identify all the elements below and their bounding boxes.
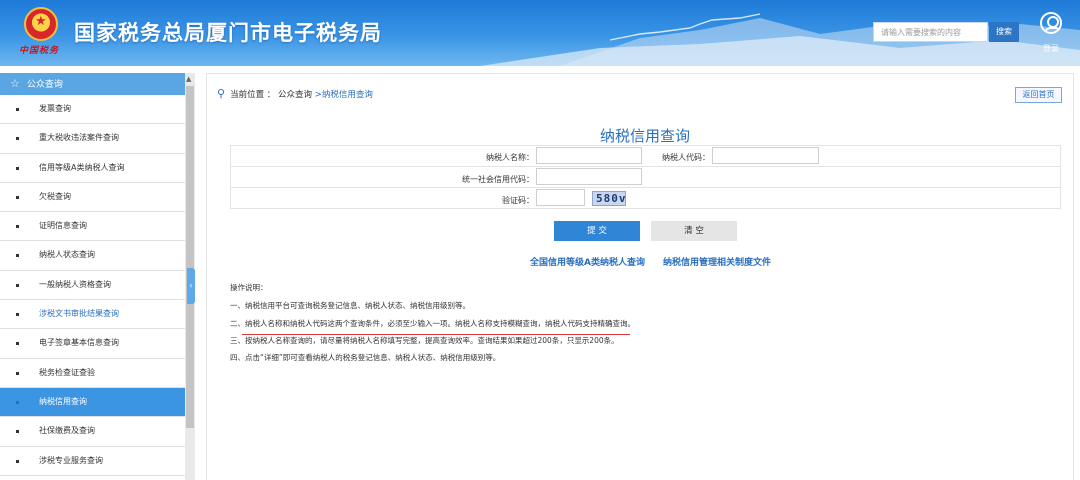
sidebar-item[interactable]: 发票查询 (0, 95, 185, 125)
instruction-line: 二、纳税人名称和纳税人代码这两个查询条件，必须至少输入一项。纳税人名称支持模糊查… (230, 319, 635, 328)
sidebar-item[interactable]: 纳税人状态查询 (0, 241, 185, 271)
scroll-up-arrow-icon[interactable]: ▲ (186, 75, 191, 83)
bullet-icon (16, 313, 19, 317)
page-title: 纳税信用查询 (599, 127, 690, 145)
instruction-line: 三、按纳税人名称查询的，请尽量将纳税人名称填写完整，提高查询效率。查询结果如果超… (230, 336, 619, 345)
sidebar-item-label: 信用等级A类纳税人查询 (39, 162, 125, 172)
sidebar-item[interactable]: 纳税信用查询 (0, 387, 185, 418)
site-header: 中国税务 国家税务总局厦门市电子税务局 请输入需要搜索的内容 搜索 登录 (0, 0, 1080, 66)
location-pin-icon: ⚲ (217, 87, 226, 100)
bullet-icon (16, 430, 19, 434)
sidebar-item-label: 税务检查证查验 (39, 367, 95, 377)
taxpayer-id-input[interactable] (712, 147, 819, 164)
sidebar-item-label: 纳税信用查询 (39, 396, 87, 406)
sidebar-item-label: 涉税文书审批结果查询 (39, 309, 119, 319)
sidebar-item[interactable]: 证明信息查询 (0, 212, 185, 242)
breadcrumb-current: 纳税信用查询 (321, 90, 373, 100)
grade-a-taxpayer-link[interactable]: 全国信用等级A类纳税人查询 (530, 255, 645, 268)
sidebar-header[interactable]: ☆ 公众查询 (0, 73, 185, 95)
sidebar-item[interactable]: 欠税查询 (0, 183, 185, 213)
bullet-icon (16, 342, 19, 346)
search-button[interactable]: 搜索 (989, 22, 1019, 42)
sidebar-item[interactable]: 税务检查证查验 (0, 359, 185, 388)
captcha-input[interactable] (536, 189, 585, 206)
bullet-icon (16, 371, 19, 375)
bullet-icon (16, 108, 19, 111)
sidebar-item-label: 发票查询 (39, 104, 71, 113)
captcha-label: 验证码： (502, 196, 534, 205)
taxpayer-name-input[interactable] (536, 147, 642, 164)
sidebar-item[interactable]: 电子签章基本信息查询 (0, 329, 185, 359)
bullet-icon (16, 166, 19, 170)
instruction-line: 一、纳税信用平台可查询税务登记信息、纳税人状态、纳税信用级别等。 (230, 301, 470, 310)
sidebar-item-label: 欠税查询 (39, 191, 71, 201)
emblem-calligraphy: 中国税务 (19, 46, 60, 56)
sidebar-item-label: 电子签章基本信息查询 (39, 338, 119, 348)
sidebar-menu: 发票查询 重大税收违法案件查询 信用等级A类纳税人查询 欠税查询 证明信息查询 纳税人状态… (0, 95, 185, 476)
star-icon: ☆ (10, 77, 20, 90)
taxpayer-id-label: 纳税人代码： (662, 153, 710, 162)
sidebar-item[interactable]: 涉税专业服务查询 (0, 447, 185, 476)
breadcrumb-prefix: 当前位置 ： (230, 90, 276, 100)
breadcrumb-parent[interactable]: 公众查询 (278, 90, 312, 100)
bullet-icon (16, 400, 19, 404)
sidebar-item[interactable]: 信用等级A类纳税人查询 (0, 154, 185, 183)
sidebar-item-label: 纳税人状态查询 (39, 250, 95, 260)
credit-regulations-link[interactable]: 纳税信用管理相关制度文件 (663, 255, 771, 268)
taxpayer-name-label: 纳税人名称： (486, 153, 534, 162)
sidebar-header-label: 公众查询 (26, 80, 63, 90)
bullet-icon (16, 283, 19, 287)
highlight-underline (242, 334, 630, 335)
search-input[interactable]: 请输入需要搜索的内容 (873, 22, 988, 42)
submit-button[interactable]: 提 交 (554, 221, 640, 241)
bullet-icon (16, 195, 19, 199)
sidebar-item-label: 证明信息查询 (39, 221, 87, 231)
bullet-icon (16, 254, 19, 258)
breadcrumb: ⚲ 当前位置 ： 公众查询 >纳税信用查询 (217, 87, 373, 100)
instructions-title: 操作说明： (230, 283, 268, 292)
sidebar-item-label: 一般纳税人资格查询 (39, 279, 111, 289)
sidebar-item-label: 社保缴费及查询 (39, 426, 95, 436)
user-avatar-icon[interactable] (1040, 12, 1062, 34)
return-home-button[interactable]: 返回首页 (1015, 87, 1062, 103)
sidebar-item-label: 涉税专业服务查询 (39, 455, 103, 465)
collapse-sidebar-chevron-icon[interactable]: ‹ (187, 268, 195, 304)
bullet-icon (16, 225, 19, 229)
sidebar-item[interactable]: 社保缴费及查询 (0, 417, 185, 447)
sidebar-item[interactable]: 涉税文书审批结果查询 (0, 300, 185, 330)
captcha-image[interactable]: 580v (592, 191, 626, 206)
tax-emblem-icon (24, 7, 58, 41)
sidebar-item[interactable]: 一般纳税人资格查询 (0, 271, 185, 301)
login-link[interactable]: 登录 (1043, 43, 1059, 54)
credit-code-input[interactable] (536, 168, 642, 185)
instruction-line: 四、点击“详细”即可查看纳税人的税务登记信息、纳税人状态、纳税信用级别等。 (230, 353, 501, 362)
clear-button[interactable]: 清 空 (651, 221, 737, 241)
site-title: 国家税务总局厦门市电子税务局 (74, 21, 382, 45)
bullet-icon (16, 459, 19, 463)
credit-code-label: 统一社会信用代码： (462, 175, 534, 184)
breadcrumb-separator: > (314, 90, 322, 100)
